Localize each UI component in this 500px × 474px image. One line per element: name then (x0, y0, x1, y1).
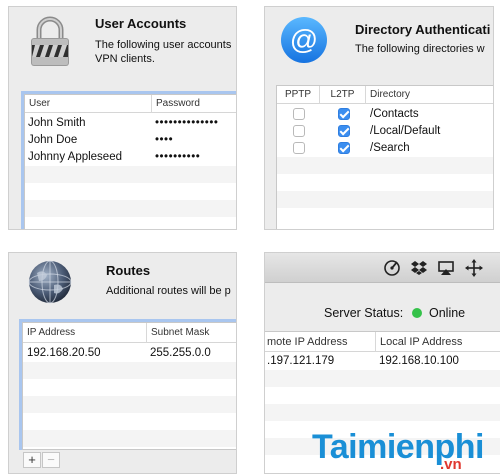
user-accounts-title: User Accounts (95, 16, 187, 31)
dropbox-icon[interactable] (410, 259, 428, 277)
user-accounts-description: The following user accounts (95, 39, 232, 51)
table-header: mote IP Address Local IP Address (265, 332, 500, 352)
status-indicator (412, 308, 422, 318)
column-header-local-ip[interactable]: Local IP Address (375, 332, 500, 352)
user-accounts-description-2: VPN clients. (95, 53, 155, 65)
column-header-pptp[interactable]: PPTP (277, 86, 319, 104)
move-icon[interactable] (465, 259, 483, 277)
table-row[interactable]: /Contacts (277, 106, 493, 123)
network-utility-icon[interactable] (383, 259, 401, 277)
remote-ip: .197.121.179 (267, 355, 335, 367)
menu-bar (265, 253, 500, 283)
table-row (277, 174, 493, 191)
table-row[interactable]: John Smith •••••••••••••• (25, 115, 236, 132)
table-row (265, 370, 500, 387)
table-header: IP Address Subnet Mask (23, 323, 236, 343)
table-row (277, 157, 493, 174)
table-row (265, 404, 500, 421)
directory-auth-title: Directory Authenticati (355, 22, 491, 37)
at-sign-icon: @ (279, 15, 329, 65)
table-header: User Password (25, 95, 236, 113)
table-row (23, 413, 236, 430)
l2tp-checkbox[interactable] (338, 125, 350, 137)
password-mask: •••••••••• (155, 151, 201, 163)
password-mask: •••• (155, 134, 174, 146)
pptp-checkbox[interactable] (293, 108, 305, 120)
table-row[interactable]: Johnny Appleseed •••••••••• (25, 149, 236, 166)
password-mask: •••••••••••••• (155, 117, 219, 129)
pptp-checkbox[interactable] (293, 142, 305, 154)
column-header-directory[interactable]: Directory (365, 86, 493, 104)
column-header-user[interactable]: User (25, 95, 151, 113)
table-row (23, 430, 236, 447)
column-header-ip-address[interactable]: IP Address (23, 323, 146, 343)
routes-table[interactable]: IP Address Subnet Mask 192.168.20.50 255… (22, 322, 236, 450)
directory-auth-panel: @ Directory Authenticati The following d… (264, 6, 494, 230)
routes-title: Routes (106, 263, 151, 278)
user-accounts-panel: User Accounts The following user account… (8, 6, 237, 230)
column-header-subnet-mask[interactable]: Subnet Mask (146, 323, 236, 343)
server-status-label: Server Status: (324, 306, 404, 320)
server-status-value: Online (429, 306, 466, 320)
directory-path: /Contacts (370, 108, 419, 120)
user-name: John Doe (28, 134, 78, 146)
table-row (277, 208, 493, 225)
user-name: John Smith (28, 117, 86, 129)
table-row (23, 379, 236, 396)
table-row (25, 217, 236, 229)
svg-text:@: @ (290, 24, 318, 55)
table-row (25, 166, 236, 183)
route-subnet-mask: 255.255.0.0 (150, 347, 211, 359)
directory-path: /Search (370, 142, 410, 154)
pptp-checkbox[interactable] (293, 125, 305, 137)
column-header-l2tp[interactable]: L2TP (319, 86, 365, 104)
l2tp-checkbox[interactable] (338, 142, 350, 154)
table-row (23, 396, 236, 413)
column-header-remote-ip[interactable]: mote IP Address (265, 332, 375, 352)
padlock-icon (27, 15, 73, 67)
table-row (25, 200, 236, 217)
directory-path: /Local/Default (370, 125, 441, 137)
watermark-suffix: .vn (440, 456, 462, 473)
l2tp-checkbox[interactable] (338, 108, 350, 120)
local-ip: 192.168.10.100 (379, 355, 459, 367)
table-header: PPTP L2TP Directory (277, 86, 493, 104)
table-row[interactable]: /Search (277, 140, 493, 157)
routes-description: Additional routes will be p (106, 285, 231, 297)
routes-panel: Routes Additional routes will be p IP Ad… (8, 252, 237, 474)
add-route-button[interactable]: + (23, 452, 41, 468)
globe-icon (27, 259, 73, 305)
table-row[interactable]: /Local/Default (277, 123, 493, 140)
table-row (265, 387, 500, 404)
directory-auth-description: The following directories w (355, 43, 485, 55)
user-accounts-table[interactable]: User Password John Smith •••••••••••••• … (24, 94, 236, 229)
user-name: Johnny Appleseed (28, 151, 122, 163)
table-row[interactable]: John Doe •••• (25, 132, 236, 149)
airplay-icon[interactable] (437, 259, 455, 277)
directory-table[interactable]: PPTP L2TP Directory /Contacts /Local/Def… (276, 85, 493, 229)
table-row (23, 362, 236, 379)
table-row[interactable]: 192.168.20.50 255.255.0.0 (23, 345, 236, 362)
table-row (25, 183, 236, 200)
remove-route-button[interactable]: − (42, 452, 60, 468)
column-header-password[interactable]: Password (151, 95, 236, 113)
route-ip: 192.168.20.50 (27, 347, 101, 359)
table-row (277, 191, 493, 208)
table-row[interactable]: .197.121.179 192.168.10.100 (265, 353, 500, 370)
